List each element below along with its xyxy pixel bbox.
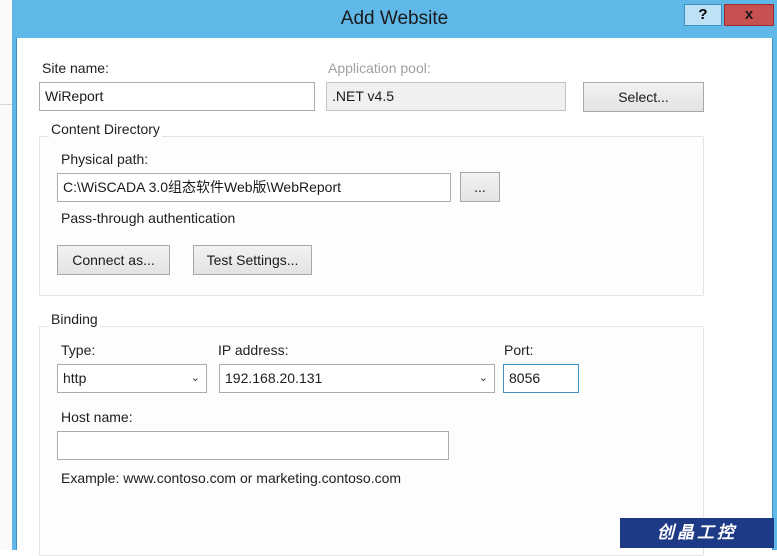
port-input[interactable]: 8056 bbox=[503, 364, 579, 393]
close-button[interactable]: x bbox=[724, 4, 774, 26]
dialog-title: Add Website bbox=[340, 8, 449, 29]
type-select[interactable]: http ⌄ bbox=[57, 364, 207, 393]
title-bar[interactable]: Add Website ? x bbox=[12, 0, 777, 38]
host-name-input[interactable] bbox=[57, 431, 449, 460]
connect-as-button[interactable]: Connect as... bbox=[57, 245, 170, 275]
host-name-label: Host name: bbox=[61, 409, 133, 425]
select-pool-button[interactable]: Select... bbox=[583, 82, 704, 112]
chevron-down-icon: ⌄ bbox=[478, 372, 488, 384]
physical-path-input[interactable]: C:\WiSCADA 3.0组态软件Web版\WebReport bbox=[57, 173, 451, 202]
port-label: Port: bbox=[504, 342, 534, 358]
type-select-value: http bbox=[63, 370, 87, 386]
background-window bbox=[0, 0, 12, 550]
watermark-logo: 创晶工控 bbox=[620, 518, 774, 548]
app-pool-label: Application pool: bbox=[328, 60, 431, 76]
dialog-body: Site name: WiReport Application pool: .N… bbox=[16, 38, 773, 556]
binding-legend: Binding bbox=[49, 311, 100, 327]
content-directory-legend: Content Directory bbox=[49, 121, 162, 137]
host-name-example: Example: www.contoso.com or marketing.co… bbox=[61, 470, 402, 486]
test-settings-button[interactable]: Test Settings... bbox=[193, 245, 312, 275]
ip-address-select[interactable]: 192.168.20.131 ⌄ bbox=[219, 364, 495, 393]
pass-through-auth-label: Pass-through authentication bbox=[61, 210, 236, 226]
add-website-dialog: Add Website ? x Site name: WiReport Appl… bbox=[12, 0, 777, 556]
browse-path-button[interactable]: ... bbox=[460, 172, 500, 202]
site-name-label: Site name: bbox=[42, 60, 109, 76]
ip-address-label: IP address: bbox=[218, 342, 289, 358]
physical-path-label: Physical path: bbox=[61, 151, 149, 167]
background-divider bbox=[0, 104, 12, 105]
chevron-down-icon: ⌄ bbox=[190, 372, 200, 384]
help-button[interactable]: ? bbox=[684, 4, 722, 26]
site-name-input[interactable]: WiReport bbox=[39, 82, 315, 111]
app-pool-field: .NET v4.5 bbox=[326, 82, 566, 111]
type-label: Type: bbox=[61, 342, 96, 358]
ip-address-value: 192.168.20.131 bbox=[225, 370, 323, 386]
